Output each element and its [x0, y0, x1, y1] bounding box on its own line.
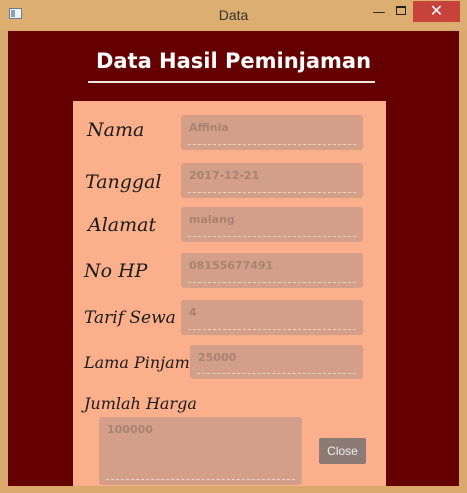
field-underline [188, 144, 356, 145]
window-content: Data Hasil Peminjaman Nama Affinia Tangg… [8, 31, 459, 486]
nama-label: Nama [87, 119, 145, 141]
window-close-button[interactable]: ✕ [413, 1, 460, 22]
field-underline [188, 236, 356, 237]
tarif-field[interactable]: 4 [181, 300, 363, 335]
jumlah-value: 100000 [107, 423, 153, 436]
page-title: Data Hasil Peminjaman [95, 49, 372, 73]
tarif-label: Tarif Sewa [84, 308, 176, 328]
tanggal-field[interactable]: 2017-12-21 [181, 163, 363, 198]
title-bar: Data — ✕ [0, 0, 467, 30]
field-underline [197, 373, 356, 374]
nama-field[interactable]: Affinia [181, 115, 363, 150]
nohp-value: 08155677491 [189, 259, 274, 272]
nohp-field[interactable]: 08155677491 [181, 253, 363, 288]
jumlah-field[interactable]: 100000 [99, 417, 302, 485]
field-underline [188, 282, 356, 283]
lama-value: 25000 [198, 351, 237, 364]
field-underline [188, 329, 356, 330]
field-underline [106, 479, 295, 480]
tanggal-value: 2017-12-21 [189, 169, 260, 182]
field-underline [188, 192, 356, 193]
minimize-button[interactable]: — [368, 4, 390, 22]
nama-value: Affinia [189, 121, 229, 134]
title-underline [88, 81, 375, 83]
maximize-button[interactable] [396, 6, 406, 15]
lama-label: Lama Pinjam [84, 353, 190, 372]
alamat-label: Alamat [88, 214, 157, 236]
close-button[interactable]: Close [319, 438, 366, 464]
alamat-value: malang [189, 213, 235, 226]
tarif-value: 4 [189, 306, 197, 319]
lama-field[interactable]: 25000 [190, 345, 363, 379]
alamat-field[interactable]: malang [181, 207, 363, 242]
nohp-label: No HP [84, 260, 148, 282]
jumlah-label: Jumlah Harga [84, 394, 197, 413]
tanggal-label: Tanggal [85, 171, 162, 193]
